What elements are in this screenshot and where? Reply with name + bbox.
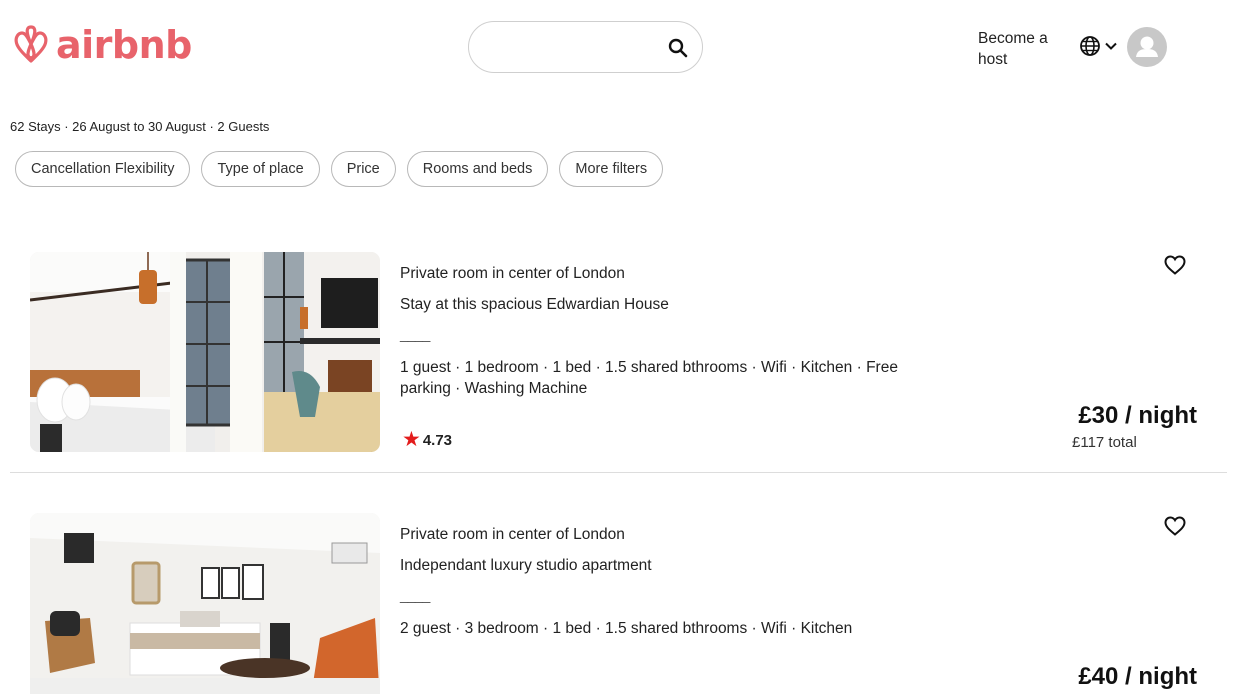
bedroom-photo-image xyxy=(30,252,380,452)
studio-photo-image xyxy=(30,513,380,694)
search-summary: 62 Stays · 26 August to 30 August · 2 Gu… xyxy=(10,119,270,134)
search-icon xyxy=(668,38,688,58)
filter-type-of-place[interactable]: Type of place xyxy=(201,151,320,187)
heart-outline-icon xyxy=(1164,516,1186,536)
filter-rooms-and-beds[interactable]: Rooms and beds xyxy=(406,151,549,187)
listing-separator: ____ xyxy=(400,326,430,343)
user-avatar[interactable] xyxy=(1127,27,1167,67)
filter-more-filters[interactable]: More filters xyxy=(559,151,664,187)
listing-amenities: 1 guest · 1 bedroom · 1 bed · 1.5 shared… xyxy=(400,359,898,397)
become-host-link[interactable]: Become a host xyxy=(978,28,1068,70)
search-bar[interactable] xyxy=(468,21,703,73)
filter-bar: Cancellation Flexibility Type of place P… xyxy=(15,151,664,187)
listing-title[interactable]: Independant luxury studio apartment xyxy=(400,557,652,575)
logo-wordmark: airbnb xyxy=(56,23,192,67)
airbnb-logo[interactable]: airbnb xyxy=(12,24,192,66)
star-icon: ★ xyxy=(402,428,421,451)
listing-rating: ★ 4.73 xyxy=(402,428,453,451)
globe-icon xyxy=(1080,36,1100,56)
search-button[interactable] xyxy=(666,36,690,60)
heart-outline-icon xyxy=(1164,255,1186,275)
listing-card[interactable]: Private room in center of London Indepen… xyxy=(10,513,1227,694)
listing-price: £40 / night xyxy=(1078,663,1197,690)
filter-price[interactable]: Price xyxy=(330,151,396,187)
language-menu-button[interactable] xyxy=(1079,35,1118,57)
airbnb-logo-icon xyxy=(14,25,48,63)
favorite-button[interactable] xyxy=(1163,253,1187,277)
listing-price: £30 / night xyxy=(1078,402,1197,429)
listing-card[interactable]: Private room in center of London Stay at… xyxy=(10,252,1227,473)
listing-type: Private room in center of London xyxy=(400,265,625,282)
user-avatar-icon xyxy=(1136,36,1158,57)
filter-cancellation-flexibility[interactable]: Cancellation Flexibility xyxy=(15,151,191,187)
favorite-button[interactable] xyxy=(1163,514,1187,538)
listing-type: Private room in center of London xyxy=(400,526,625,543)
chevron-down-icon xyxy=(1105,42,1117,50)
listing-amenities: 2 guest · 3 bedroom · 1 bed · 1.5 shared… xyxy=(400,620,853,637)
listing-total-price: £117 total xyxy=(1072,434,1137,451)
listing-photo[interactable] xyxy=(30,252,380,452)
rating-value: 4.73 xyxy=(422,431,453,449)
listing-photo[interactable] xyxy=(30,513,380,694)
listing-separator: ____ xyxy=(400,587,430,604)
listing-title[interactable]: Stay at this spacious Edwardian House xyxy=(400,296,669,314)
search-input[interactable] xyxy=(487,34,657,60)
